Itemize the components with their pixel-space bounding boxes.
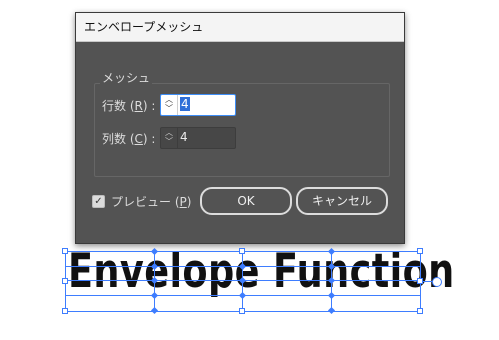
envelope-mesh-dialog: エンベロープメッシュ メッシュ 行数 (R) : ︿ ﹀ 4 列数 (C) : …: [75, 12, 405, 244]
resize-handle[interactable]: [239, 248, 245, 254]
cancel-button[interactable]: キャンセル: [296, 187, 388, 215]
dialog-title: エンベロープメッシュ: [76, 13, 404, 42]
ok-button[interactable]: OK: [200, 187, 292, 215]
preview-checkbox[interactable]: ✓: [92, 195, 105, 208]
checkmark-icon: ✓: [94, 195, 103, 207]
resize-handle[interactable]: [239, 308, 245, 314]
resize-handle[interactable]: [62, 248, 68, 254]
rows-input[interactable]: 4: [180, 97, 232, 113]
resize-handle[interactable]: [417, 248, 423, 254]
rotate-handle[interactable]: [432, 277, 442, 287]
chevron-up-icon[interactable]: ︿: [161, 95, 177, 104]
chevron-down-icon[interactable]: ﹀: [161, 137, 177, 146]
rows-stepper[interactable]: ︿ ﹀ 4: [160, 94, 236, 116]
columns-label: 列数 (C) :: [102, 132, 156, 146]
columns-stepper[interactable]: ︿ ﹀ 4: [160, 127, 236, 149]
resize-handle[interactable]: [417, 308, 423, 314]
mesh-group-label: メッシュ: [100, 69, 153, 86]
resize-handle[interactable]: [62, 308, 68, 314]
preview-label: プレビュー (P): [111, 195, 192, 209]
columns-input[interactable]: 4: [180, 130, 232, 146]
chevron-up-icon[interactable]: ︿: [161, 128, 177, 137]
resize-handle[interactable]: [62, 278, 68, 284]
preview-toggle[interactable]: ✓ プレビュー (P): [92, 193, 191, 210]
chevron-down-icon[interactable]: ﹀: [161, 104, 177, 113]
columns-stepper-arrows[interactable]: ︿ ﹀: [161, 128, 178, 148]
rows-stepper-arrows[interactable]: ︿ ﹀: [161, 95, 178, 115]
envelope-artwork[interactable]: Envelope Function: [62, 244, 454, 315]
rows-label: 行数 (R) :: [102, 99, 156, 113]
